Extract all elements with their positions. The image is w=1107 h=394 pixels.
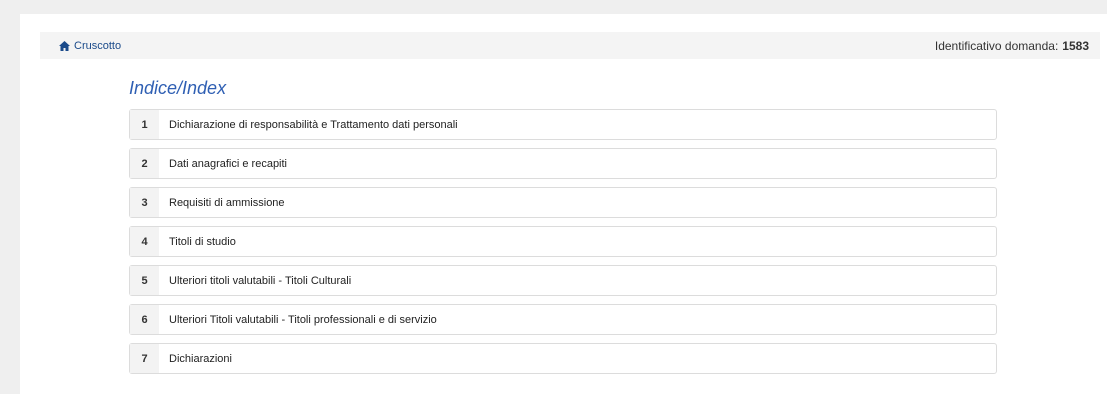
index-item-6[interactable]: 6 Ulteriori Titoli valutabili - Titoli p…	[129, 304, 997, 335]
index-item-4[interactable]: 4 Titoli di studio	[129, 226, 997, 257]
page-title: Indice/Index	[129, 78, 227, 98]
page-container: Cruscotto Identificativo domanda: 1583 I…	[20, 14, 1107, 394]
identifier-label: Identificativo domanda:	[934, 38, 1059, 53]
index-item-label: Dichiarazione di responsabilità e Tratta…	[169, 118, 458, 131]
identifier-value: 1583	[1062, 38, 1089, 53]
index-item-label: Requisiti di ammissione	[169, 196, 285, 209]
breadcrumb-home-label: Cruscotto	[74, 39, 122, 52]
index-item-5[interactable]: 5 Ulteriori titoli valutabili - Titoli C…	[129, 265, 997, 296]
breadcrumb-home-link[interactable]: Cruscotto	[59, 32, 121, 59]
index-item-label: Dichiarazioni	[169, 352, 232, 365]
index-item-number: 6	[130, 305, 159, 334]
application-identifier: Identificativo domanda: 1583	[935, 32, 1089, 59]
index-item-number: 4	[130, 227, 159, 256]
index-item-number: 1	[130, 110, 159, 139]
index-item-2[interactable]: 2 Dati anagrafici e recapiti	[129, 148, 997, 179]
index-item-label: Titoli di studio	[169, 235, 236, 248]
home-icon	[59, 40, 70, 51]
index-item-number: 5	[130, 266, 159, 295]
index-item-number: 7	[130, 344, 159, 373]
index-list: 1 Dichiarazione di responsabilità e Trat…	[129, 109, 997, 382]
breadcrumb-bar: Cruscotto Identificativo domanda: 1583	[40, 32, 1100, 59]
index-item-number: 2	[130, 149, 159, 178]
index-item-label: Ulteriori titoli valutabili - Titoli Cul…	[169, 274, 352, 287]
index-item-3[interactable]: 3 Requisiti di ammissione	[129, 187, 997, 218]
index-item-1[interactable]: 1 Dichiarazione di responsabilità e Trat…	[129, 109, 997, 140]
index-item-label: Ulteriori Titoli valutabili - Titoli pro…	[169, 313, 437, 326]
index-item-7[interactable]: 7 Dichiarazioni	[129, 343, 997, 374]
index-item-number: 3	[130, 188, 159, 217]
index-item-label: Dati anagrafici e recapiti	[169, 157, 288, 170]
